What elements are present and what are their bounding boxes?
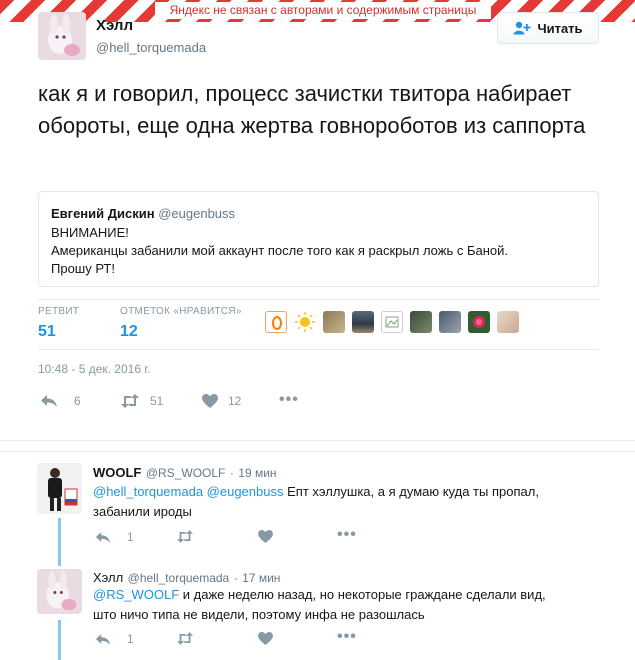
like-button[interactable]: 12 bbox=[202, 394, 241, 408]
reply-button[interactable]: 1 bbox=[95, 530, 134, 544]
reply-count: 1 bbox=[127, 530, 134, 544]
tweet-text: как я и говорил, процесс зачистки твитор… bbox=[38, 81, 586, 138]
liker-avatar[interactable] bbox=[497, 311, 519, 333]
liker-avatar[interactable] bbox=[410, 311, 432, 333]
more-options-button[interactable]: ••• bbox=[337, 526, 357, 544]
reply-text-line: забанили ироды bbox=[93, 504, 192, 519]
liker-avatar[interactable] bbox=[439, 311, 461, 333]
author-avatar[interactable] bbox=[38, 12, 86, 60]
reply-text: @RS_WOOLF и даже неделю назад, но некото… bbox=[93, 585, 613, 625]
liker-avatar[interactable] bbox=[468, 311, 490, 333]
reply-icon bbox=[95, 531, 111, 544]
tweet-timestamp[interactable]: 10:48 - 5 дек. 2016 г. bbox=[38, 362, 151, 376]
reply-author-handle[interactable]: @hell_torquemada bbox=[128, 571, 230, 585]
quoted-tweet[interactable]: Евгений Дискин @eugenbuss ВНИМАНИЕ! Амер… bbox=[38, 191, 599, 287]
follow-button[interactable]: Читать bbox=[497, 12, 599, 44]
reply-author-name[interactable]: Хэлл bbox=[93, 570, 123, 585]
section-divider bbox=[0, 440, 635, 441]
reply-text: @hell_torquemada @eugenbuss Епт хэллушка… bbox=[93, 482, 613, 522]
quoted-line: Прошу РТ! bbox=[51, 261, 115, 276]
mention-link[interactable]: @eugenbuss bbox=[207, 484, 284, 499]
retweet-icon bbox=[176, 632, 194, 645]
reply-header: WOOLF @RS_WOOLF · 19 мин bbox=[93, 464, 277, 482]
reply-count: 6 bbox=[74, 394, 81, 408]
add-user-icon bbox=[513, 21, 531, 35]
follow-label: Читать bbox=[537, 20, 583, 36]
separator: · bbox=[229, 466, 234, 480]
quoted-line: Американцы забанили мой аккаунт после то… bbox=[51, 243, 508, 258]
reply-avatar[interactable] bbox=[37, 569, 82, 614]
section-divider bbox=[0, 451, 635, 452]
retweet-button[interactable] bbox=[176, 530, 194, 543]
liker-avatar[interactable] bbox=[352, 311, 374, 333]
reply-button[interactable]: 6 bbox=[40, 394, 81, 408]
thread-connector bbox=[58, 620, 61, 660]
divider bbox=[38, 299, 599, 300]
like-count: 12 bbox=[228, 394, 242, 408]
heart-icon bbox=[202, 394, 218, 408]
like-button[interactable] bbox=[258, 632, 273, 645]
liker-avatar[interactable] bbox=[294, 311, 316, 333]
like-stat[interactable]: ОТМЕТОК «НРАВИТСЯ» 12 bbox=[120, 306, 242, 341]
retweets-value: 51 bbox=[38, 323, 56, 340]
retweet-icon bbox=[120, 394, 140, 408]
quoted-author-handle: @eugenbuss bbox=[158, 206, 236, 221]
reply-author-handle[interactable]: @RS_WOOLF bbox=[146, 466, 226, 480]
heart-icon bbox=[258, 530, 273, 543]
mention-link[interactable]: @hell_torquemada bbox=[93, 484, 203, 499]
like-button[interactable] bbox=[258, 530, 273, 543]
thread-connector bbox=[58, 518, 61, 566]
reply-text-line: и даже неделю назад, но некоторые гражда… bbox=[182, 587, 546, 602]
reply-time[interactable]: 19 мин bbox=[238, 466, 276, 480]
reply-icon bbox=[95, 633, 111, 646]
quoted-header: Евгений Дискин @eugenbuss bbox=[51, 206, 235, 221]
retweets-label: РЕТВИТ bbox=[38, 306, 80, 317]
reply-button[interactable]: 1 bbox=[95, 632, 134, 646]
quoted-line: ВНИМАНИЕ! bbox=[51, 225, 129, 240]
more-options-button[interactable]: ••• bbox=[337, 628, 357, 646]
reply-avatar[interactable] bbox=[37, 463, 82, 514]
retweet-icon bbox=[176, 530, 194, 543]
likes-value: 12 bbox=[120, 323, 138, 340]
reply-author-name[interactable]: WOOLF bbox=[93, 465, 141, 480]
heart-icon bbox=[258, 632, 273, 645]
likes-label: ОТМЕТОК «НРАВИТСЯ» bbox=[120, 306, 242, 317]
quoted-text: ВНИМАНИЕ! Американцы забанили мой аккаун… bbox=[51, 224, 581, 278]
retweet-stat[interactable]: РЕТВИТ 51 bbox=[38, 306, 79, 341]
retweet-button[interactable] bbox=[176, 632, 194, 645]
reply-icon bbox=[40, 394, 58, 408]
retweet-button[interactable]: 51 bbox=[120, 394, 163, 408]
reply-count: 1 bbox=[127, 632, 134, 646]
reply-text-line: што ничо типа не видели, поэтому инфа не… bbox=[93, 607, 425, 622]
more-options-button[interactable]: ••• bbox=[279, 391, 299, 409]
author-handle[interactable]: @hell_torquemada bbox=[96, 40, 206, 55]
reply-text-line: Епт хэллушка, а я думаю куда ты пропал, bbox=[287, 484, 539, 499]
quoted-author-name: Евгений Дискин bbox=[51, 206, 155, 221]
mention-link[interactable]: @RS_WOOLF bbox=[93, 587, 179, 602]
author-name[interactable]: Хэлл bbox=[96, 17, 133, 34]
liker-avatar[interactable] bbox=[323, 311, 345, 333]
liker-avatar[interactable] bbox=[381, 311, 403, 333]
liker-avatar[interactable] bbox=[265, 311, 287, 333]
banner-text: Яндекс не связан с авторами и содержимым… bbox=[155, 2, 491, 19]
separator: · bbox=[233, 571, 238, 585]
divider bbox=[38, 349, 599, 350]
reply-time[interactable]: 17 мин bbox=[242, 571, 280, 585]
retweet-count: 51 bbox=[150, 394, 164, 408]
